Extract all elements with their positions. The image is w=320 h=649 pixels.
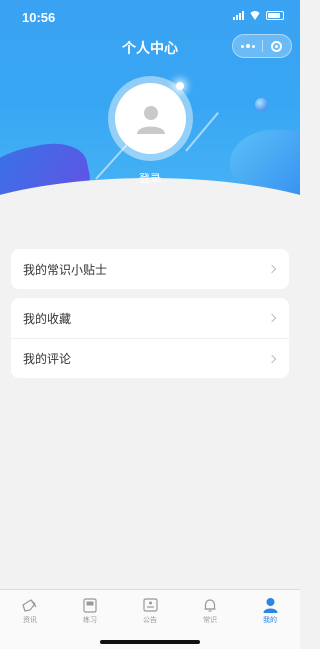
news-icon — [21, 597, 39, 613]
menu-item-label: 我的常识小贴士 — [23, 262, 108, 277]
home-indicator — [100, 640, 200, 644]
menu-item-label: 我的收藏 — [23, 311, 72, 326]
close-target-icon — [271, 40, 283, 52]
bell-icon — [201, 597, 219, 613]
wifi-icon — [249, 11, 261, 20]
login-link[interactable]: 登录 — [0, 170, 300, 186]
user-avatar-icon — [136, 105, 165, 134]
book-icon — [81, 597, 99, 613]
tab-label: 公告 — [143, 617, 157, 624]
tab-label: 练习 — [83, 617, 97, 624]
menu-card-tips: 我的常识小贴士 — [11, 249, 289, 289]
tab-mine[interactable]: 我的 — [240, 590, 300, 649]
signal-icon — [233, 11, 244, 20]
menu-item-label: 我的评论 — [23, 352, 72, 366]
announcement-icon — [141, 597, 159, 613]
tab-label: 常识 — [203, 617, 217, 624]
menu-item-tips[interactable]: 我的常识小贴士 — [11, 249, 289, 289]
more-button[interactable] — [233, 35, 262, 57]
tab-label: 资讯 — [23, 617, 37, 624]
menu-item-favorites[interactable]: 我的收藏 — [11, 298, 289, 338]
sparkle-decoration — [176, 82, 184, 90]
chevron-right-icon — [267, 264, 277, 274]
tab-label: 我的 — [263, 617, 277, 624]
menu-card-collection: 我的收藏 我的评论 — [11, 298, 289, 378]
status-icons — [233, 11, 284, 20]
status-time: 10:56 — [22, 10, 56, 25]
user-icon — [261, 597, 279, 613]
close-button[interactable] — [263, 35, 291, 57]
status-bar: 10:56 — [0, 0, 300, 34]
menu-item-comments[interactable]: 我的评论 — [11, 338, 289, 378]
chevron-right-icon — [267, 313, 277, 323]
mini-program-capsule — [232, 34, 292, 58]
chevron-right-icon — [267, 354, 277, 363]
avatar[interactable] — [115, 83, 186, 154]
tab-news[interactable]: 资讯 — [0, 590, 60, 649]
battery-icon — [266, 11, 284, 20]
decorative-ball — [255, 98, 268, 111]
